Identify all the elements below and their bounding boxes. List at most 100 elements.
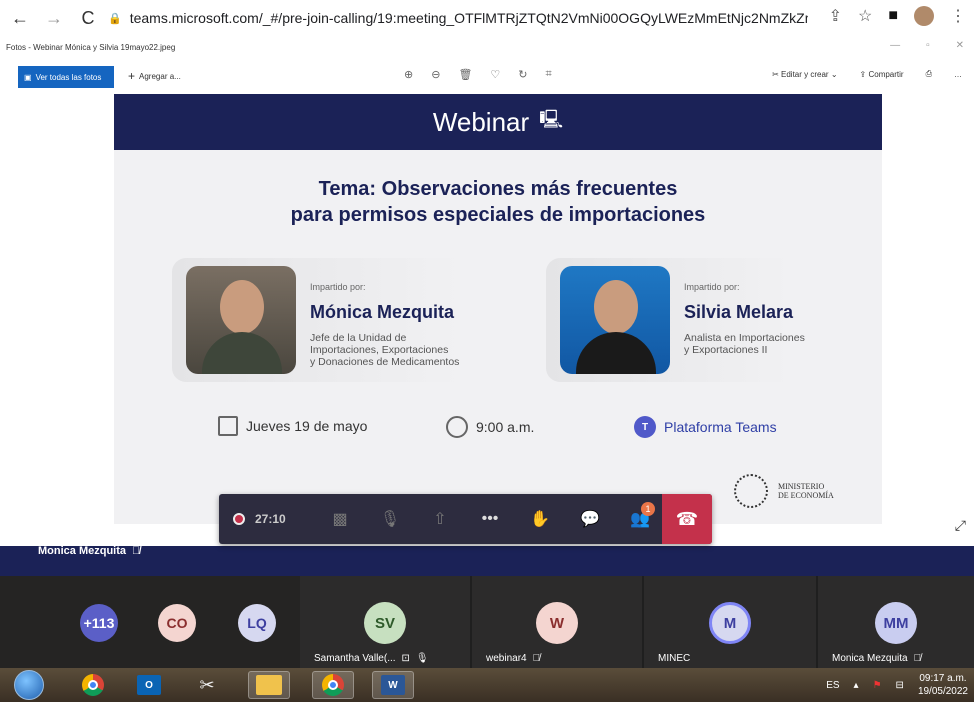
avatar-co[interactable]: CO [158,604,196,642]
mic-off-button[interactable]: 🎙 [365,494,415,544]
mic-off-icon: 🎙̸ [132,545,141,557]
slide-title: Tema: Observaciones más frecuentes para … [114,176,882,228]
share-screen-button[interactable]: ⇧ [415,494,465,544]
taskbar-outlook[interactable]: O [128,671,170,699]
participants-button[interactable]: 👥 1 [615,494,665,544]
participant-gallery: +113 CO LQ SV Samantha Valle(... ⊡ 🎙 W w… [0,576,974,668]
minimize-icon[interactable]: — [890,40,900,51]
zoom-out-icon[interactable]: ⊖ [431,68,440,81]
crop-icon[interactable]: ⌗ [546,68,552,81]
slide-header: Webinar 🖳 [114,94,882,150]
participant-avatars: +113 CO LQ [0,576,300,668]
system-clock[interactable]: 09:17 a.m. 19/05/2022 [918,672,968,698]
clock-time: 09:17 a.m. [919,673,967,684]
favorite-icon[interactable]: ♡ [490,68,500,81]
overflow-participants[interactable]: +113 [80,604,118,642]
speaker-card-2: Impartido por: Silvia Melara Analista en… [546,258,816,382]
participant-tile[interactable]: MM Monica Mezquita 🎙̸ [818,576,974,668]
avatar: SV [364,602,406,644]
participant-badge: 1 [641,502,655,516]
flag-icon[interactable]: ⚑ [873,680,882,691]
tile-initials: SV [374,614,395,632]
event-platform: T Plataforma Teams [634,416,777,438]
bookmark-star-icon[interactable]: ☆ [858,6,872,26]
presenter-label: Monica Mezquita 🎙̸ [38,545,140,557]
back-icon[interactable]: ← [8,6,32,30]
avatar-lq-initials: LQ [247,615,267,631]
tile-name: Monica Mezquita 🎙̸ [832,653,921,664]
avatar: MM [875,602,917,644]
speaker1-name: Mónica Mezquita [310,302,455,322]
forward-icon[interactable]: → [42,6,66,30]
edit-create-button[interactable]: ✂ Editar y crear ⌄ [772,70,837,79]
taskbar-chrome[interactable] [72,671,114,699]
more-actions-button[interactable]: ••• [465,494,515,544]
windows-taskbar: O ✂ W ES ▴ ⚑ ⊟ 09:17 a.m. 19/05/2022 [0,668,974,702]
share-button[interactable]: ⇪ Compartir [860,70,904,79]
zoom-in-icon[interactable]: ⊕ [404,68,413,81]
taskbar-word[interactable]: W [372,671,414,699]
more-options-icon[interactable]: … [954,70,962,79]
participant-tile[interactable]: M MINEC [644,576,816,668]
phone-hangup-icon: ☎ [675,508,699,529]
add-to-label: Agregar a... [139,71,181,81]
print-icon[interactable]: ⎙ [926,69,932,79]
menu-icon[interactable]: ⋮ [950,6,966,26]
lock-icon: 🔒 [108,12,122,25]
start-button[interactable] [14,670,44,700]
participant-tile[interactable]: W webinar4 🎙̸ [472,576,642,668]
share-label: Compartir [868,69,904,79]
clock-date: 19/05/2022 [917,686,968,697]
raise-hand-button[interactable]: ✋ [515,494,565,544]
delete-icon[interactable]: 🗑 [458,68,472,81]
speaker1-by: Impartido por: [310,282,366,292]
presenter-strip [0,546,974,576]
url-text: teams.microsoft.com/_#/pre-join-calling/… [129,10,808,26]
chrome-icon [82,674,104,696]
folder-icon [256,675,282,695]
avatar-lq[interactable]: LQ [238,604,276,642]
edit-create-label: Editar y crear [781,69,829,79]
overflow-count: +113 [83,615,115,631]
add-to-button[interactable]: + Agregar a... [128,69,181,83]
address-bar[interactable]: 🔒 teams.microsoft.com/_#/pre-join-callin… [108,6,808,30]
reload-icon[interactable]: C [76,6,100,30]
ministry-line2: DE ECONOMÍA [778,491,834,500]
tile-name-text: Samantha Valle(... [314,653,396,664]
window-icon[interactable]: ■ [888,7,898,25]
word-icon: W [381,675,405,695]
taskbar-chrome-active[interactable] [312,671,354,699]
profile-avatar[interactable] [914,6,934,26]
taskbar-snipping-tool[interactable]: ✂ [186,671,228,699]
speaker2-by: Impartido por: [684,282,740,292]
speaker1-role: Jefe de la Unidad de Importaciones, Expo… [310,332,490,368]
monitor-icon: 🖳 [539,109,564,129]
call-controls: 27:10 ▩ 🎙 ⇧ ••• ✋ 💬 👥 1 ☎ [219,494,712,544]
network-icon[interactable]: ⊟ [896,680,904,691]
tile-name: MINEC [658,653,690,664]
government-seal-icon [734,474,768,508]
close-icon[interactable]: ✕ [956,40,964,51]
browser-toolbar: ← → C 🔒 teams.microsoft.com/_#/pre-join-… [0,0,974,36]
rotate-icon[interactable]: ↻ [518,68,527,81]
photos-window-title: Fotos - Webinar Mónica y Silvia 19mayo22… [0,36,974,58]
ministry-logo: MINISTERIO DE ECONOMÍA [778,482,834,500]
maximize-icon[interactable]: ▫ [926,40,930,51]
camera-off-button[interactable]: ▩ [315,494,365,544]
share-icon[interactable]: ⇪ [829,6,842,26]
tray-expand-icon[interactable]: ▴ [854,680,859,691]
hang-up-button[interactable]: ☎ [662,494,712,544]
event-date: Jueves 19 de mayo [218,416,367,436]
taskbar-file-explorer[interactable] [248,671,290,699]
tile-initials: MM [883,614,909,632]
expand-icon[interactable]: ⤢ [955,517,966,534]
chat-button[interactable]: 💬 [565,494,615,544]
photos-title-text: Fotos - Webinar Mónica y Silvia 19mayo22… [6,42,176,52]
speaker1-role-line1: Jefe de la Unidad de [310,332,407,344]
participant-tile[interactable]: SV Samantha Valle(... ⊡ 🎙 [300,576,470,668]
see-all-photos-button[interactable]: ▣ Ver todas las fotos [18,66,114,88]
language-indicator[interactable]: ES [826,680,839,691]
mic-off-icon: 🎙 [379,511,401,528]
tile-name-text: Monica Mezquita [832,653,908,664]
speaker-photo-2 [560,266,670,374]
